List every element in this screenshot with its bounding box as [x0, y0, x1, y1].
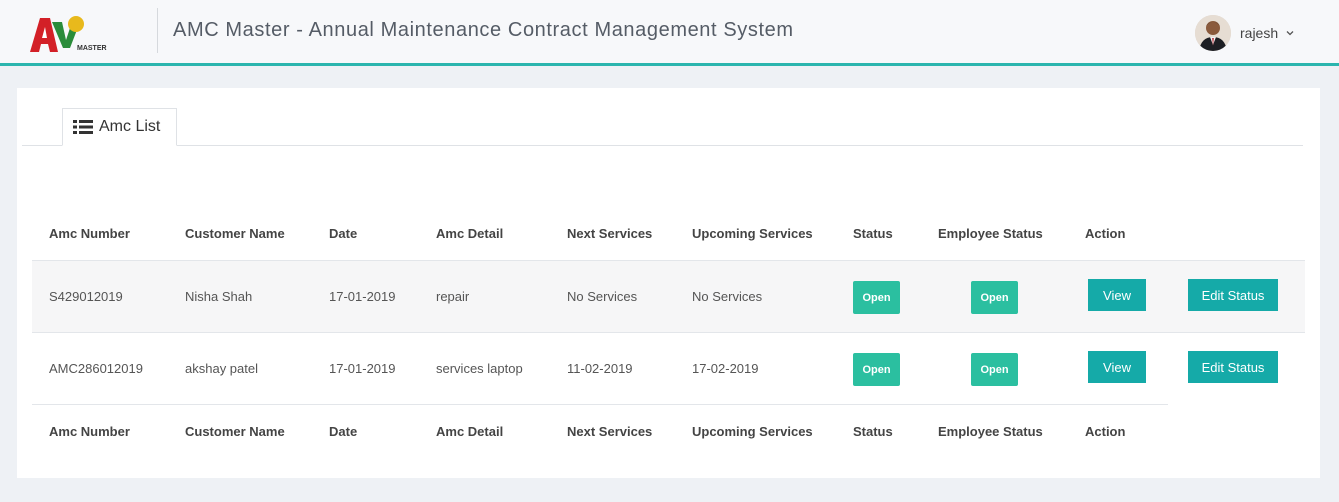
edit-status-button[interactable]: Edit Status: [1188, 279, 1278, 311]
view-button[interactable]: View: [1088, 279, 1146, 311]
col-status: Status: [853, 226, 893, 241]
top-navbar: MASTER AMC Master - Annual Maintenance C…: [0, 0, 1339, 66]
amc-detail: services laptop: [436, 361, 523, 376]
table-row: AMC286012019 akshay patel 17-01-2019 ser…: [32, 332, 1305, 404]
upcoming-services: No Services: [692, 289, 763, 304]
next-services: No Services: [567, 289, 638, 304]
logo-text: MASTER: [77, 45, 107, 52]
col-upcoming-services: Upcoming Services: [692, 226, 813, 241]
amc-master-logo[interactable]: MASTER: [28, 14, 114, 56]
list-icon: [73, 120, 93, 134]
header-divider: [157, 8, 158, 53]
customer-name: akshay patel: [185, 361, 258, 376]
col-action: Action: [1085, 424, 1126, 439]
chevron-down-icon: [1286, 31, 1294, 36]
amc-date: 17-01-2019: [329, 289, 396, 304]
avatar: [1195, 15, 1231, 51]
amc-number: AMC286012019: [49, 361, 143, 376]
col-employee-status: Employee Status: [938, 424, 1043, 439]
col-date: Date: [329, 226, 358, 241]
user-name: rajesh: [1240, 25, 1279, 41]
col-date: Date: [329, 424, 358, 439]
employee-status-badge: Open: [971, 353, 1018, 386]
app-title: AMC Master - Annual Maintenance Contract…: [173, 19, 794, 41]
col-employee-status: Employee Status: [938, 226, 1043, 241]
employee-status-badge: Open: [971, 281, 1018, 314]
amc-number: S429012019: [49, 289, 123, 304]
status-badge: Open: [853, 353, 900, 386]
status-badge: Open: [853, 281, 900, 314]
col-action: Action: [1085, 226, 1126, 241]
table-footer: Amc Number Customer Name Date Amc Detail…: [32, 404, 1168, 461]
edit-status-button[interactable]: Edit Status: [1188, 351, 1278, 383]
customer-name: Nisha Shah: [185, 289, 253, 304]
col-amc-detail: Amc Detail: [436, 424, 504, 439]
amc-list-panel: Amc List Amc Number Customer Name Date A…: [17, 88, 1320, 478]
table-row: S429012019 Nisha Shah 17-01-2019 repair …: [32, 260, 1305, 332]
col-amc-number: Amc Number: [49, 424, 130, 439]
upcoming-services: 17-02-2019: [692, 361, 759, 376]
amc-detail: repair: [436, 289, 470, 304]
col-next-services: Next Services: [567, 424, 653, 439]
col-next-services: Next Services: [567, 226, 653, 241]
view-button[interactable]: View: [1088, 351, 1146, 383]
tab-label: Amc List: [99, 118, 161, 135]
col-amc-detail: Amc Detail: [436, 226, 504, 241]
tabs-divider: [22, 145, 1303, 146]
tab-amc-list[interactable]: Amc List: [62, 108, 177, 146]
user-menu[interactable]: rajesh: [1195, 13, 1295, 53]
amc-date: 17-01-2019: [329, 361, 396, 376]
col-customer-name: Customer Name: [185, 424, 285, 439]
next-services: 11-02-2019: [567, 361, 633, 376]
col-upcoming-services: Upcoming Services: [692, 424, 813, 439]
table-header: Amc Number Customer Name Date Amc Detail…: [32, 204, 1305, 261]
col-status: Status: [853, 424, 893, 439]
col-customer-name: Customer Name: [185, 226, 285, 241]
col-amc-number: Amc Number: [49, 226, 130, 241]
